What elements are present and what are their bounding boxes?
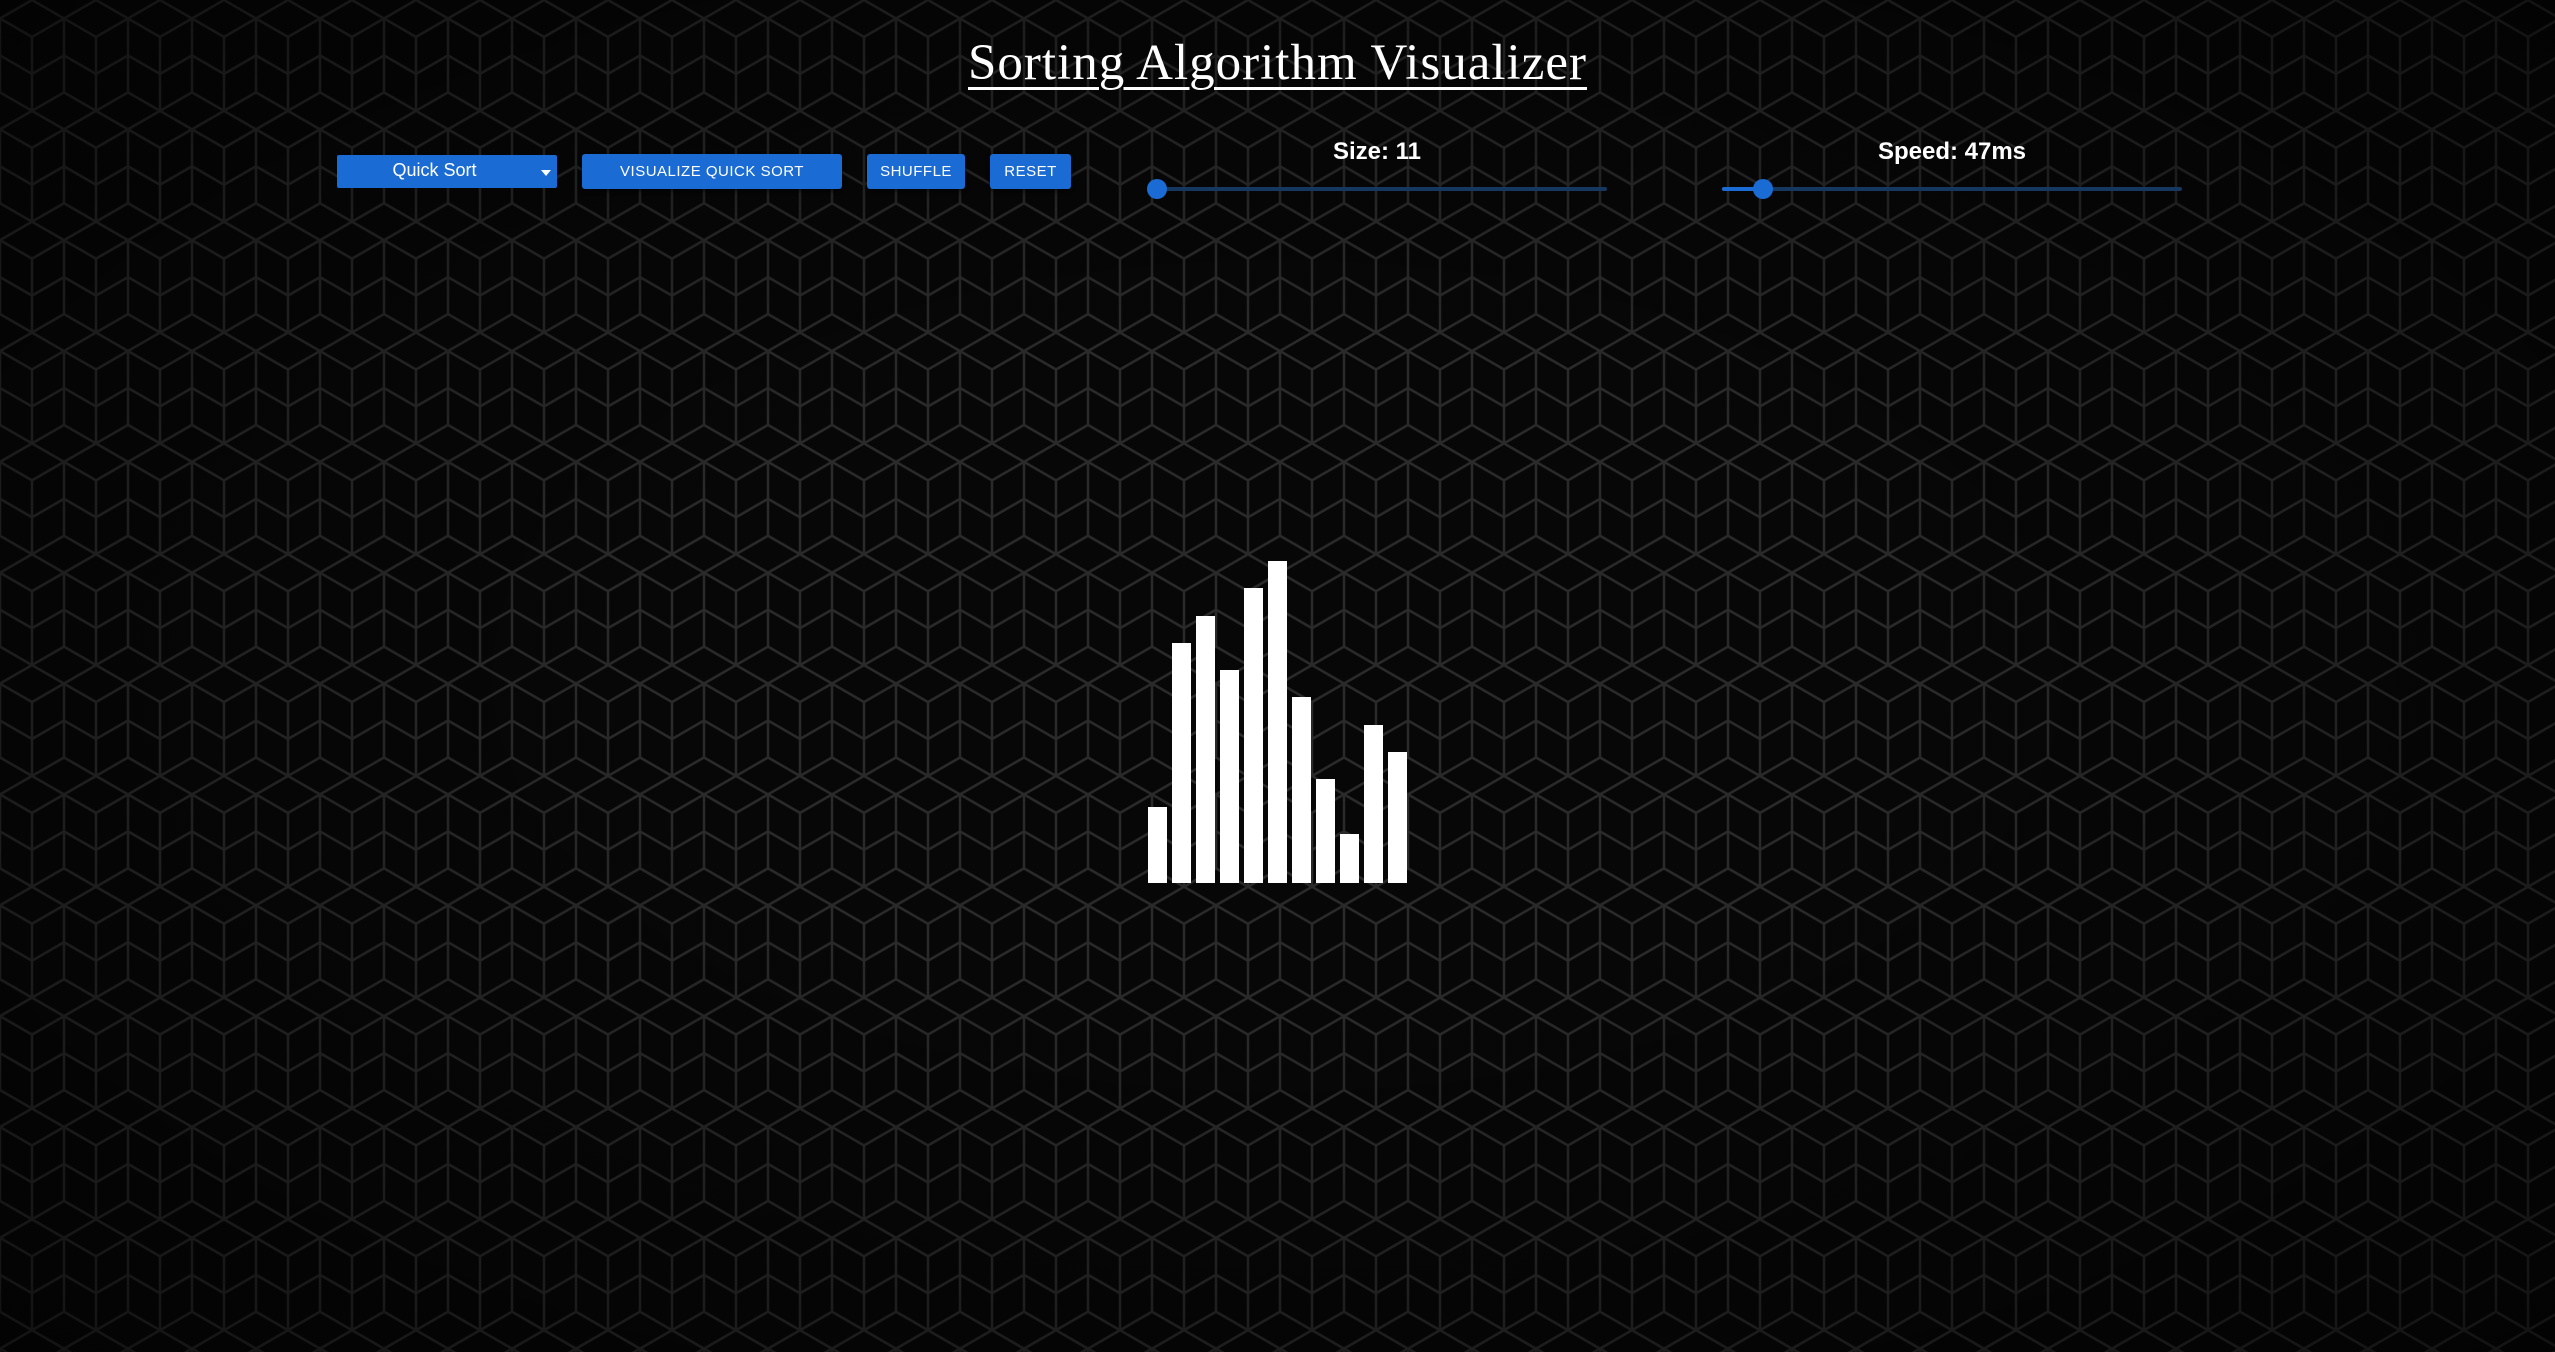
array-bars: [1148, 555, 1410, 883]
visualize-button[interactable]: VISUALIZE QUICK SORT: [582, 154, 842, 189]
chevron-down-icon: [541, 170, 551, 176]
speed-slider[interactable]: [1722, 179, 2182, 199]
array-bar: [1196, 616, 1215, 883]
array-bar: [1340, 834, 1359, 883]
array-bar: [1388, 752, 1407, 883]
array-bar: [1364, 725, 1383, 883]
array-bar: [1292, 697, 1311, 883]
size-slider-label: Size: 11: [1332, 138, 1422, 165]
array-bar: [1220, 670, 1239, 883]
shuffle-button[interactable]: SHUFFLE: [867, 154, 965, 189]
array-bar: [1172, 643, 1191, 883]
algorithm-select[interactable]: Quick Sort: [337, 155, 557, 188]
size-slider-thumb[interactable]: [1147, 179, 1167, 199]
array-bar: [1316, 779, 1335, 883]
speed-slider-label: Speed: 47ms: [1877, 138, 2027, 165]
array-bar: [1268, 561, 1287, 883]
reset-button[interactable]: RESET: [990, 154, 1071, 189]
array-bar: [1148, 807, 1167, 883]
array-bar: [1244, 588, 1263, 883]
page-title: Sorting Algorithm Visualizer: [968, 35, 1587, 91]
size-slider[interactable]: [1147, 179, 1607, 199]
algorithm-select-value: Quick Sort: [392, 160, 477, 180]
